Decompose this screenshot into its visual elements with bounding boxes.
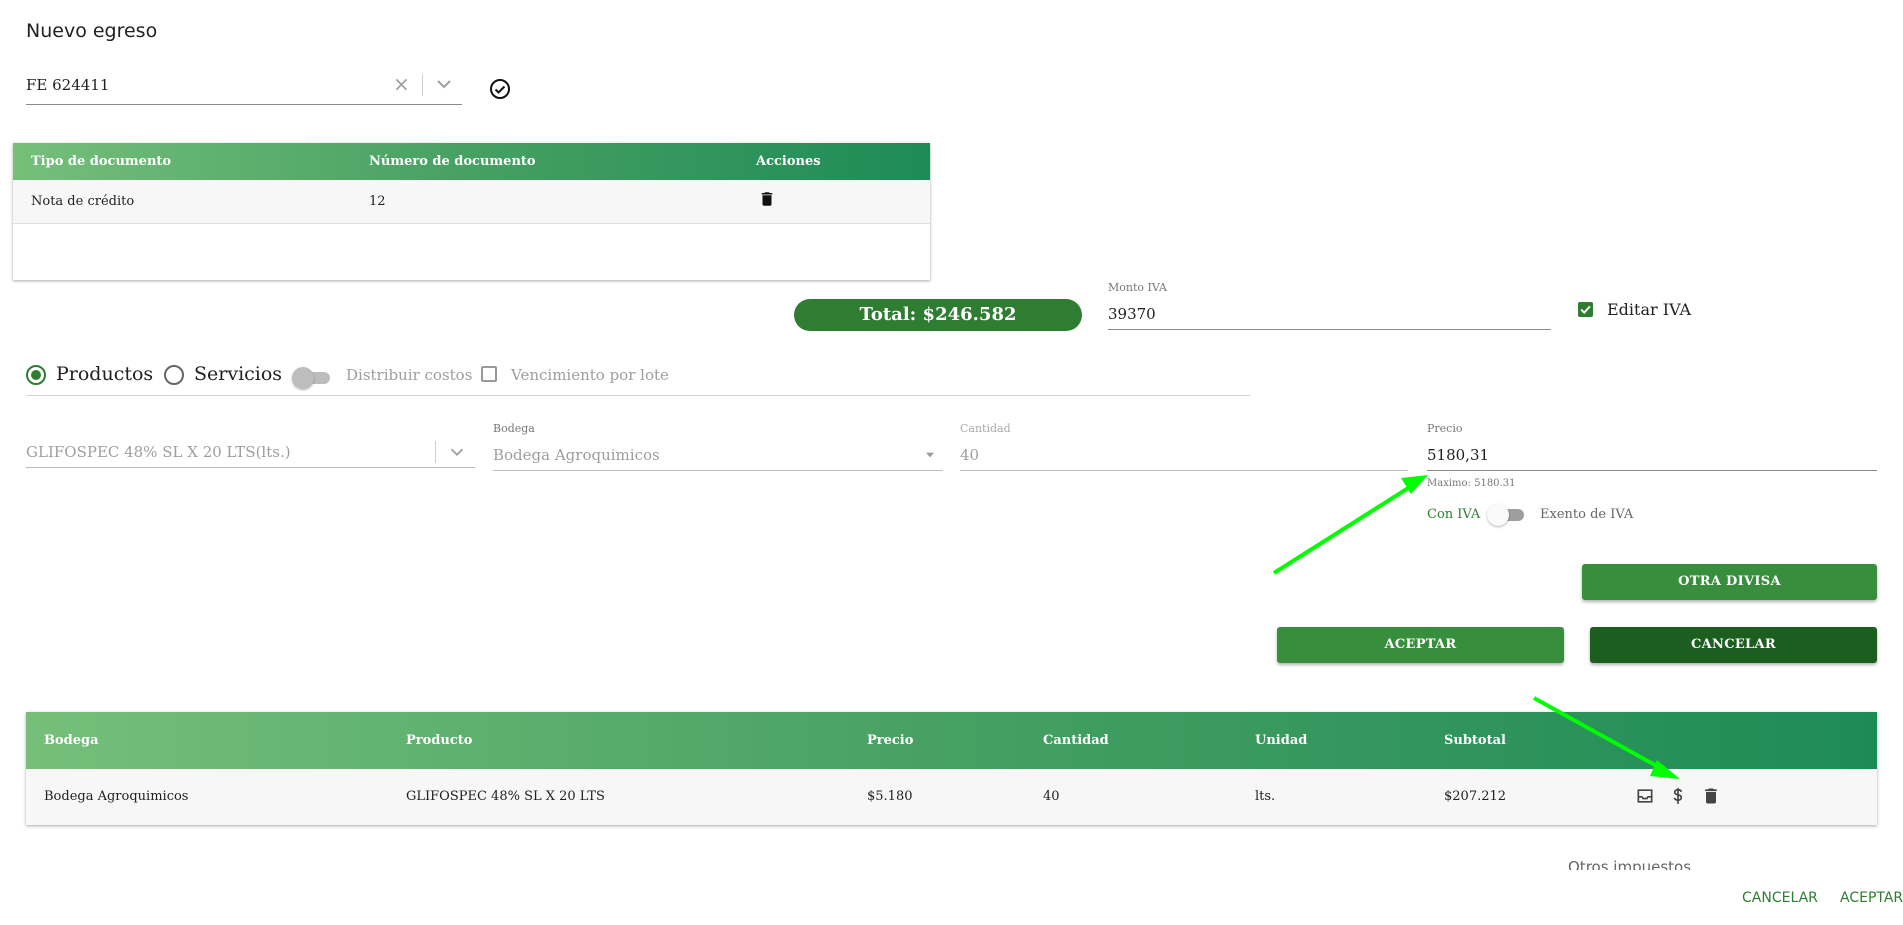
precio-hint: Maximo: 5180.31 xyxy=(1427,478,1516,489)
arrow-head xyxy=(1401,475,1428,494)
radio-productos-label: Productos xyxy=(56,363,154,385)
precio-field[interactable]: 5180,31 xyxy=(1427,440,1877,471)
header-subtotal: Subtotal xyxy=(1444,733,1506,748)
table-header: Tipo de documento Número de documento Ac… xyxy=(13,143,930,180)
table-row: Nota de crédito 12 xyxy=(13,180,930,224)
radio-productos[interactable] xyxy=(26,365,46,385)
table-row: Bodega Agroquimicos GLIFOSPEC 48% SL X 2… xyxy=(26,769,1877,825)
cell-cantidad: 40 xyxy=(1043,789,1060,804)
radio-servicios-label: Servicios xyxy=(194,363,283,385)
divider xyxy=(26,395,1250,396)
cantidad-field[interactable]: 40 xyxy=(960,440,1408,471)
monto-iva-label: Monto IVA xyxy=(1108,281,1167,294)
clear-icon[interactable]: × xyxy=(393,72,410,96)
footer-cancelar-button[interactable]: CANCELAR xyxy=(1742,890,1818,906)
bodega-value: Bodega Agroquimicos xyxy=(493,446,660,464)
page-title: Nuevo egreso xyxy=(26,20,158,42)
delete-icon[interactable] xyxy=(1701,785,1721,807)
vencimiento-lote-checkbox[interactable] xyxy=(481,366,497,382)
header-unidad: Unidad xyxy=(1255,733,1308,748)
delete-icon[interactable] xyxy=(758,189,776,209)
header-bodega: Bodega xyxy=(44,733,99,748)
otra-divisa-button[interactable]: OTRA DIVISA xyxy=(1582,564,1877,600)
cell-bodega: Bodega Agroquimicos xyxy=(44,789,189,804)
header-precio: Precio xyxy=(867,733,914,748)
products-table: Bodega Producto Precio Cantidad Unidad S… xyxy=(26,712,1877,825)
cell-unidad: lts. xyxy=(1255,789,1276,804)
monto-iva-field[interactable]: 39370 xyxy=(1108,299,1551,330)
header-acciones: Acciones xyxy=(756,154,821,169)
document-select[interactable]: FE 624411 × xyxy=(26,70,462,105)
otros-impuestos-section: Otros impuestos xyxy=(1568,857,1691,870)
table-header: Bodega Producto Precio Cantidad Unidad S… xyxy=(26,712,1877,769)
precio-value: 5180,31 xyxy=(1427,446,1490,464)
chevron-down-icon[interactable] xyxy=(432,72,456,96)
editar-iva-label: Editar IVA xyxy=(1607,300,1692,319)
editar-iva-checkbox[interactable] xyxy=(1578,302,1593,317)
cell-numero: 12 xyxy=(369,194,386,209)
cell-producto: GLIFOSPEC 48% SL X 20 LTS xyxy=(406,789,605,804)
monto-iva-value: 39370 xyxy=(1108,305,1156,323)
header-cantidad: Cantidad xyxy=(1043,733,1109,748)
bodega-select[interactable]: Bodega Agroquimicos xyxy=(493,440,943,471)
document-select-value: FE 624411 xyxy=(26,76,110,94)
header-tipo: Tipo de documento xyxy=(31,154,172,169)
cancelar-button[interactable]: CANCELAR xyxy=(1590,627,1877,663)
check-circle-icon[interactable] xyxy=(488,77,512,101)
cell-tipo: Nota de crédito xyxy=(31,194,135,209)
cell-subtotal: $207.212 xyxy=(1444,789,1507,804)
otros-impuestos-label: Otros impuestos xyxy=(1568,858,1692,870)
cell-precio: $5.180 xyxy=(867,789,913,804)
cantidad-value: 40 xyxy=(960,446,980,464)
radio-servicios[interactable] xyxy=(164,365,184,385)
distribuir-costos-label: Distribuir costos xyxy=(346,366,473,384)
inventory-icon[interactable] xyxy=(1635,786,1655,806)
precio-label: Precio xyxy=(1427,422,1463,435)
dollar-icon[interactable] xyxy=(1668,785,1688,807)
producto-select-value: GLIFOSPEC 48% SL X 20 LTS(lts.) xyxy=(26,443,291,461)
header-numero: Número de documento xyxy=(369,154,536,169)
documents-table: Tipo de documento Número de documento Ac… xyxy=(13,143,930,280)
aceptar-button[interactable]: ACEPTAR xyxy=(1277,627,1564,663)
producto-select[interactable]: GLIFOSPEC 48% SL X 20 LTS(lts.) xyxy=(26,437,475,468)
chevron-down-icon[interactable] xyxy=(446,441,468,463)
divider xyxy=(422,74,423,96)
caret-down-icon xyxy=(925,452,935,458)
header-producto: Producto xyxy=(406,733,473,748)
bodega-label: Bodega xyxy=(493,422,535,435)
con-iva-label: Con IVA xyxy=(1427,507,1481,522)
footer-aceptar-button[interactable]: ACEPTAR xyxy=(1840,890,1903,906)
cantidad-label: Cantidad xyxy=(960,422,1011,435)
exento-iva-label: Exento de IVA xyxy=(1540,507,1634,522)
annotation-arrow xyxy=(1272,483,1415,575)
vencimiento-lote-label: Vencimiento por lote xyxy=(511,366,669,384)
total-badge: Total: $246.582 xyxy=(794,299,1082,331)
